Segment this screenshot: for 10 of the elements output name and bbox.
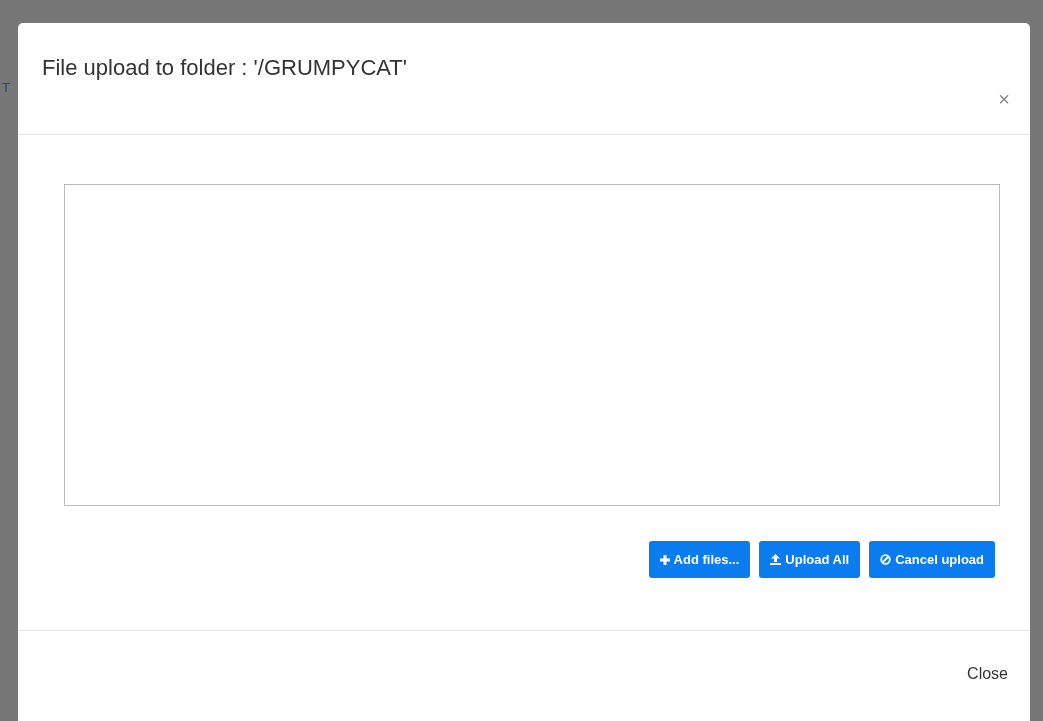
file-drop-area[interactable]: [64, 184, 1000, 506]
cancel-icon: [880, 554, 892, 565]
add-files-button[interactable]: Add files...: [648, 541, 751, 578]
cancel-upload-button[interactable]: Cancel upload: [869, 541, 995, 578]
close-footer-button[interactable]: Close: [967, 665, 1008, 683]
upload-icon: [770, 554, 782, 565]
plus-icon: [659, 554, 670, 565]
dialog-title: File upload to folder : '/GRUMPYCAT': [42, 55, 407, 81]
upload-all-button[interactable]: Upload All: [759, 541, 861, 578]
close-button[interactable]: ×: [998, 89, 1010, 109]
